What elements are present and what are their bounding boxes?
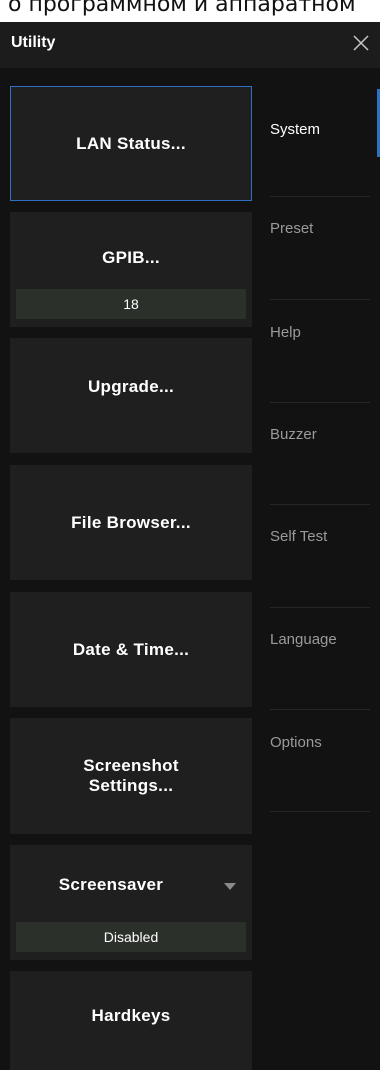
gpib-label: GPIB... (102, 248, 160, 267)
lan-status-label: LAN Status... (76, 133, 186, 153)
tab-help[interactable]: Help (270, 324, 370, 341)
tab-divider (270, 811, 370, 812)
tab-divider (270, 709, 370, 710)
background-document-strip: о программном и аппаратном (0, 0, 380, 22)
softkey-column: LAN Status... GPIB... 18 Upgrade... File… (0, 68, 253, 1070)
tab-divider (270, 607, 370, 608)
tab-divider (270, 402, 370, 403)
chevron-down-icon (224, 883, 236, 890)
file-browser-button[interactable]: File Browser... (10, 465, 252, 580)
hardkeys-label: Hardkeys (91, 1005, 171, 1025)
screenshot-settings-button[interactable]: Screenshot Settings... (10, 718, 252, 834)
menu-tabs: System Preset Help Buzzer Self Test Lang… (253, 68, 380, 1070)
upgrade-button[interactable]: Upgrade... (10, 338, 252, 453)
tab-options[interactable]: Options (270, 734, 370, 751)
screenshot-settings-label: Screenshot Settings... (83, 756, 179, 795)
date-time-button[interactable]: Date & Time... (10, 592, 252, 707)
background-document-text: о программном и аппаратном (8, 0, 356, 17)
panel-title: Utility (11, 34, 56, 51)
lan-status-button[interactable]: LAN Status... (10, 86, 252, 201)
screensaver-dropdown[interactable]: Screensaver Disabled (10, 845, 252, 960)
hardkeys-button[interactable]: Hardkeys (10, 971, 252, 1070)
screensaver-label: Screensaver (58, 875, 164, 894)
panel-titlebar: Utility (0, 22, 380, 68)
gpib-button[interactable]: GPIB... 18 (10, 212, 252, 327)
date-time-label: Date & Time... (72, 639, 190, 659)
tab-buzzer[interactable]: Buzzer (270, 426, 370, 443)
gpib-address-value: 18 (16, 289, 246, 319)
utility-panel: Utility LAN Status... GPIB... 18 Upgrade… (0, 22, 380, 1070)
tab-divider (270, 196, 370, 197)
tab-preset[interactable]: Preset (270, 220, 370, 237)
tab-language[interactable]: Language (270, 631, 370, 648)
tab-divider (270, 299, 370, 300)
close-icon[interactable] (350, 32, 372, 54)
tab-divider (270, 504, 370, 505)
screensaver-value: Disabled (16, 922, 246, 952)
upgrade-label: Upgrade... (87, 376, 175, 396)
tab-self-test[interactable]: Self Test (270, 528, 370, 545)
file-browser-label: File Browser... (71, 512, 191, 532)
bottom-strip (0, 1070, 380, 1081)
tab-system[interactable]: System (270, 121, 370, 138)
